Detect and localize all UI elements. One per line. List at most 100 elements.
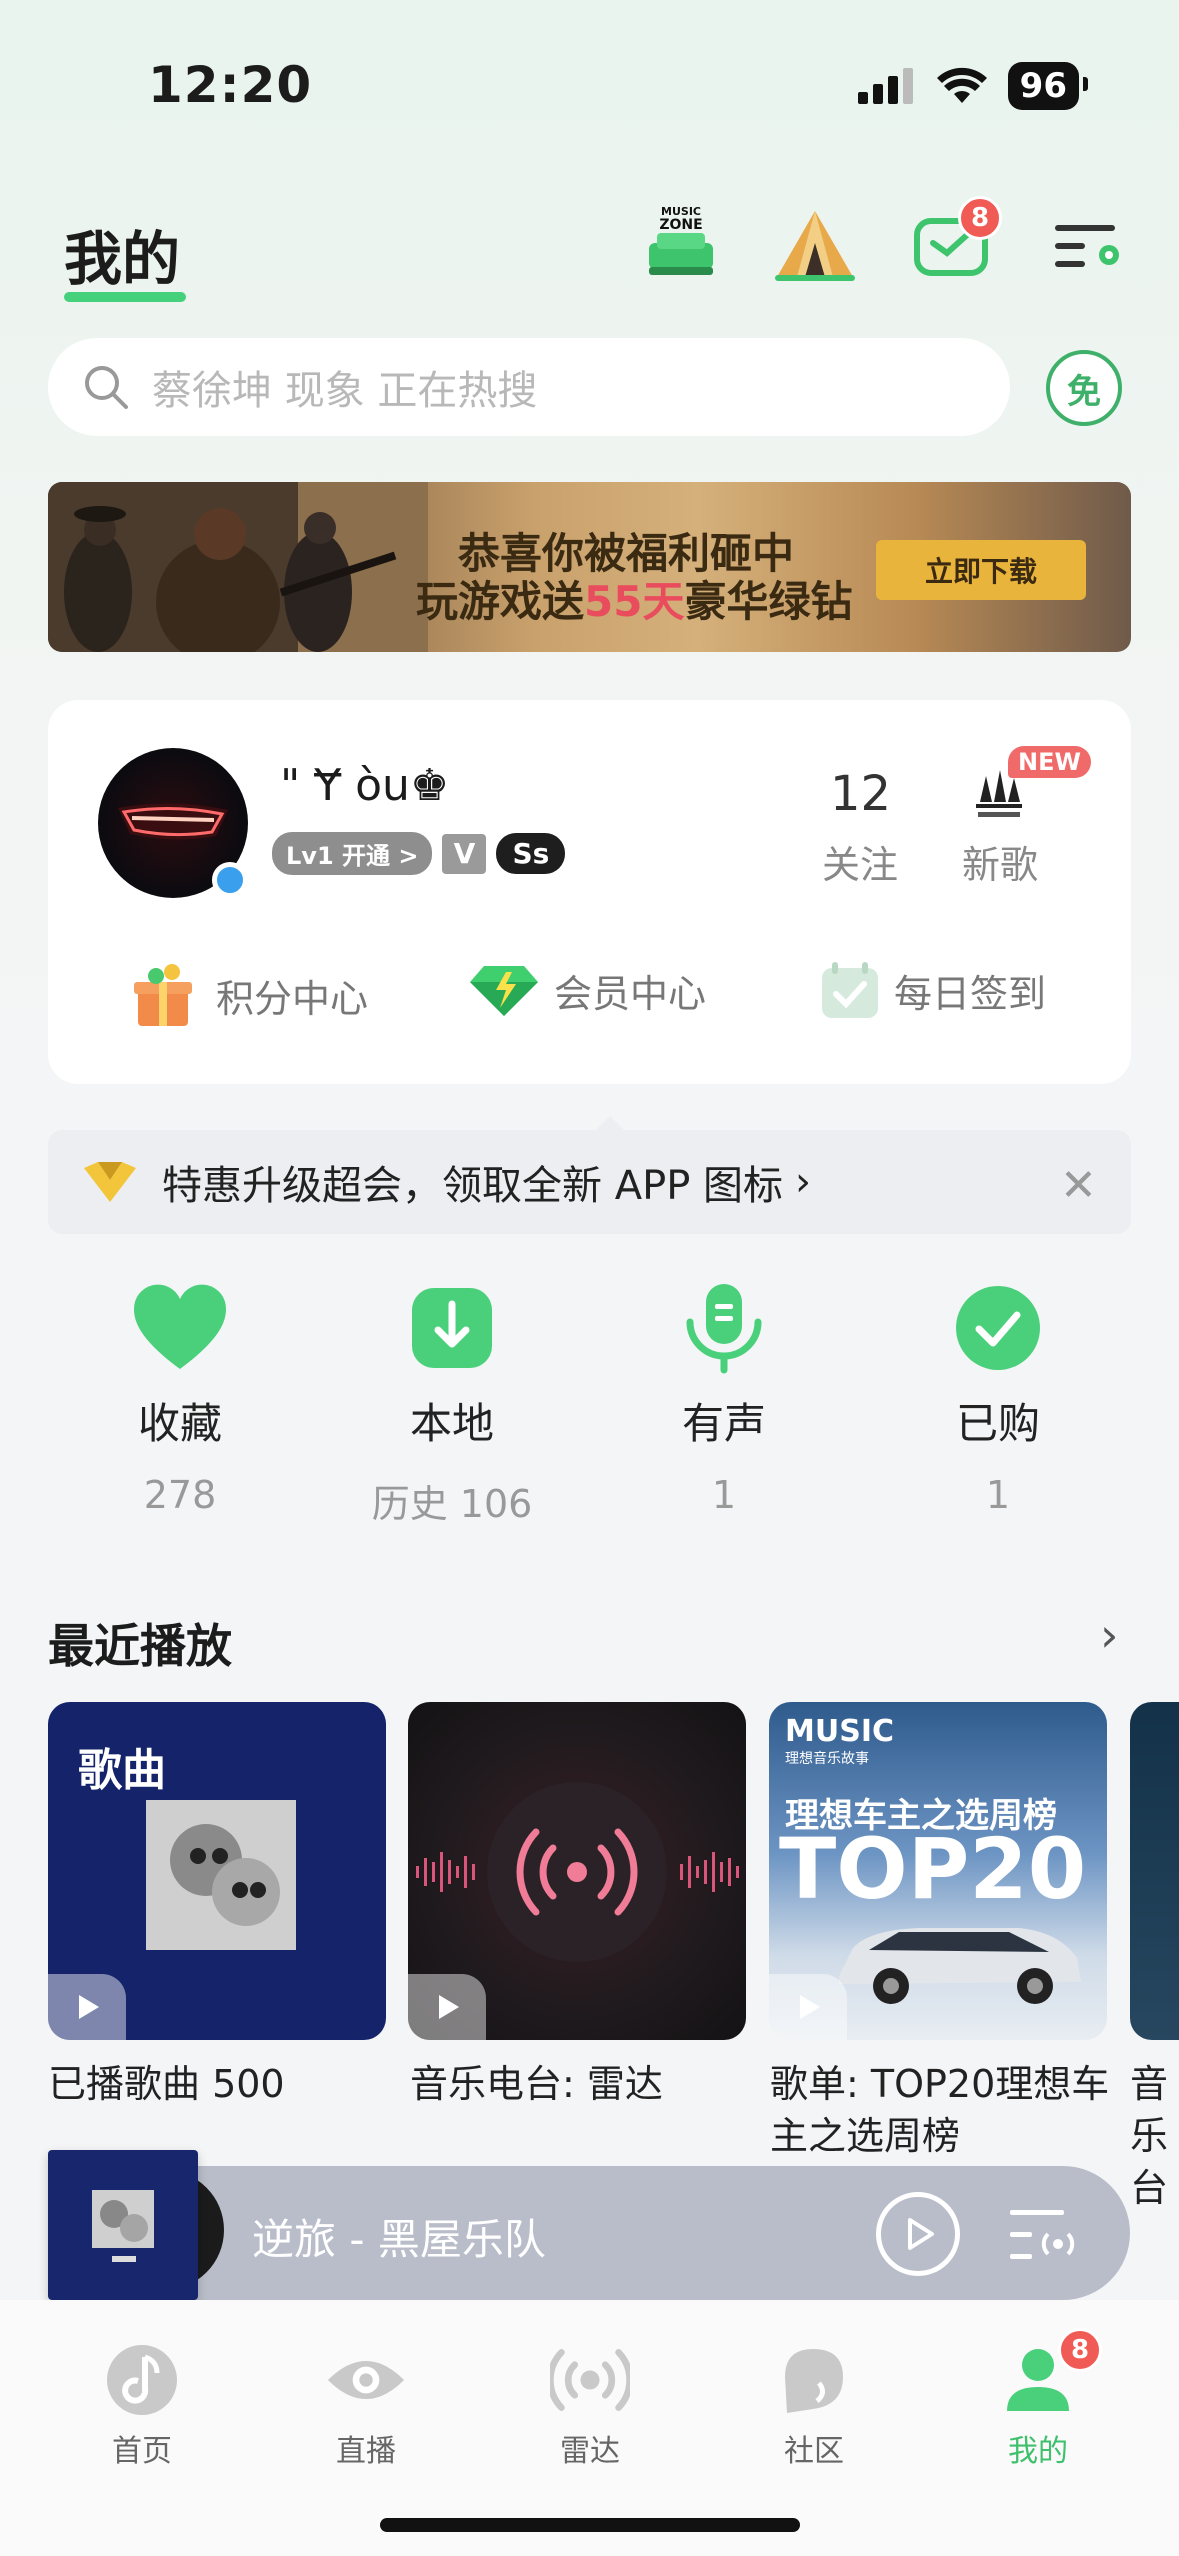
music-logo: MUSIC [785,1714,894,1749]
points-center-label: 积分中心 [216,976,369,1021]
favorites-stat[interactable]: 收藏 278 [80,1280,280,1517]
wifi-icon [936,67,987,103]
nav-home-label: 首页 [112,2434,172,2469]
music-zone-icon[interactable]: MUSIC ZONE [636,200,726,290]
banner-line2-b: 55天 [584,577,685,626]
free-mode-button[interactable]: 免 [1046,350,1122,426]
ss-badge[interactable]: Ss [496,833,566,874]
recent-tile-songs[interactable]: 歌曲 [48,1702,386,2040]
mail-badge: 8 [958,196,1002,240]
gold-v-icon [84,1162,136,1202]
promo-banner[interactable]: 恭喜你被福利砸中 玩游戏送55天豪华绿钻 立即下载 ✕ [48,482,1131,652]
upgrade-strip[interactable]: 特惠升级超会，领取全新 APP 图标 › [48,1130,1131,1234]
nav-community[interactable]: 社区 [734,2340,894,2470]
search-icon [85,366,128,409]
recent-more-icon[interactable]: › [1100,1608,1118,1662]
tile-caption-songs: 已播歌曲 500 [48,2062,285,2106]
nav-radar[interactable]: 雷达 [510,2340,670,2470]
play-pause-button[interactable] [876,2192,960,2276]
favorites-count: 278 [143,1473,217,1517]
nav-mine-badge: 8 [1058,2328,1102,2372]
recent-tile-more[interactable] [1130,1702,1179,2040]
banner-download-button[interactable]: 立即下载 [876,540,1086,600]
banner-line2-c: 豪华绿钻 [684,577,853,626]
gift-icon [134,964,192,1026]
nav-mine-label: 我的 [1008,2434,1068,2469]
tile-caption-radar: 音乐电台: 雷达 [410,2062,663,2106]
tab-mine[interactable]: 我的 [64,212,180,296]
eye-icon [326,2340,406,2420]
tile-caption-more: 音乐台 [1130,2062,1169,2210]
upgrade-text: 特惠升级超会，领取全新 APP 图标 [162,1163,784,1209]
level-badges[interactable]: Lv1 开通 > V Ss [272,832,566,875]
following-label[interactable]: 关注 [810,834,910,889]
nav-community-label: 社区 [784,2434,844,2469]
now-playing-art[interactable] [48,2150,198,2300]
favorites-label: 收藏 [137,1399,222,1448]
banner-close-icon[interactable]: ✕ [1130,488,1131,528]
heart-icon [132,1280,228,1376]
username[interactable]: " Ɏ òu♚ [280,760,449,811]
search-bar[interactable]: 蔡徐坤 现象 正在热搜 [48,338,1010,436]
play-icon[interactable] [769,1974,847,2040]
daily-checkin-link[interactable]: 每日签到 [818,960,1046,1020]
audio-label: 有声 [681,1399,766,1448]
nav-live-label: 直播 [336,2434,396,2469]
tile-songs-overlay: 歌曲 [78,1745,166,1796]
points-center-link[interactable]: 积分中心 [128,960,368,1030]
following-count[interactable]: 12 [830,766,891,822]
level-badge[interactable]: Lv1 开通 > [272,832,433,875]
music-logo-sub: 理想音乐故事 [785,1751,869,1767]
check-circle-icon [950,1280,1046,1376]
green-diamond-icon [470,966,538,1016]
radar-wave-icon [416,1782,739,1962]
vip-badge[interactable]: V [442,833,487,874]
play-icon [908,2218,934,2250]
radar-icon [550,2340,630,2420]
member-center-link[interactable]: 会员中心 [466,960,706,1020]
play-icon[interactable] [408,1974,486,2040]
nav-radar-label: 雷达 [560,2434,620,2469]
recent-tile-radar[interactable] [408,1702,746,2040]
purchased-label: 已购 [955,1399,1040,1448]
status-time: 12:20 [148,56,313,114]
purchased-stat[interactable]: 已购 1 [898,1280,1098,1517]
tab-underline [64,292,186,302]
home-note-icon [102,2340,182,2420]
daily-checkin-label: 每日签到 [894,971,1047,1016]
car-image [839,1928,1081,2004]
tooltip-pointer [596,1116,624,1130]
top20-text: TOP20 [779,1820,1087,1918]
audio-stat[interactable]: 有声 1 [624,1280,824,1517]
tent-icon[interactable] [770,200,860,290]
banner-line2-a: 玩游戏送 [416,577,585,626]
chevron-right-icon: › [795,1159,812,1205]
local-stat[interactable]: 本地 历史 106 [352,1280,552,1528]
playlist-queue-icon[interactable] [1006,2200,1086,2270]
nav-live[interactable]: 直播 [286,2340,446,2470]
new-songs-label[interactable]: 新歌 [950,834,1050,889]
recent-tile-playlist[interactable]: MUSIC 理想音乐故事 理想车主之选周榜 TOP20 [769,1702,1107,2040]
tile-caption-playlist: 歌单: TOP20理想车主之选周榜 [770,2062,1110,2158]
banner-characters-image [48,482,428,652]
local-history: 历史 106 [371,1482,533,1526]
menu-settings-icon[interactable] [1042,200,1132,290]
signal-icon [857,68,913,104]
play-icon[interactable] [48,1974,126,2040]
recent-title: 最近播放 [48,1619,232,1673]
calendar-check-icon [822,962,878,1018]
local-label: 本地 [409,1399,494,1448]
status-icons: 96 [857,62,1089,110]
purchased-count: 1 [985,1473,1011,1517]
banner-line2: 玩游戏送55天豪华绿钻 [416,568,852,629]
download-icon [404,1280,500,1376]
upgrade-close-icon[interactable]: ✕ [1060,1160,1097,1211]
audio-count: 1 [711,1473,737,1517]
member-center-label: 会员中心 [554,971,707,1016]
album-cover-image [146,1800,296,1950]
now-playing-title: 逆旅 - 黑屋乐队 [252,2215,546,2264]
community-bubble-icon [774,2340,854,2420]
home-indicator [380,2518,800,2532]
nav-home[interactable]: 首页 [62,2340,222,2470]
battery-indicator: 96 [1007,62,1089,110]
